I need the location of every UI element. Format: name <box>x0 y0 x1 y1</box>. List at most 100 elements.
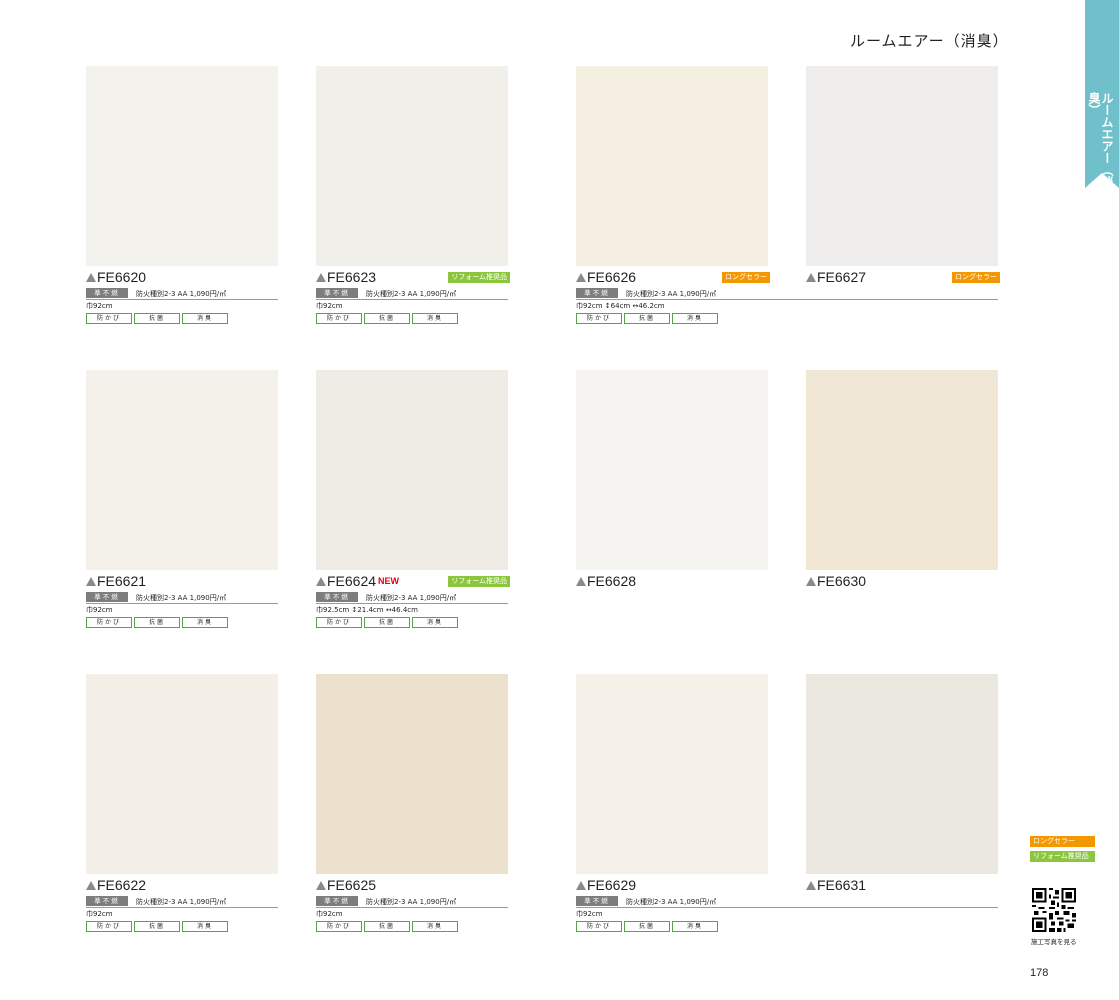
size-text: 巾92cm <box>316 910 343 918</box>
long-seller-badge: ロングセラー <box>722 272 770 283</box>
size-text: 巾92cm <box>86 606 113 614</box>
triangle-icon <box>316 577 326 586</box>
fire-spec-text: 防火種別2-3 AA 1,090円/㎡ <box>136 290 227 298</box>
fire-spec-text: 防火種別2-3 AA 1,090円/㎡ <box>136 898 227 906</box>
feature-mold: 防かび <box>86 313 132 324</box>
fire-rating-badge: 準不燃 <box>316 592 358 602</box>
product-code: FE6620 <box>97 269 147 285</box>
feature-antibacterial: 抗菌 <box>364 921 410 932</box>
triangle-icon <box>806 881 816 890</box>
product-fe6621: FE6621 準不燃 防火種別2-3 AA 1,090円/㎡ 巾92cm 防かび抗… <box>86 370 278 640</box>
product-code: FE6631 <box>817 877 867 893</box>
feature-deodorant: 消臭 <box>412 921 458 932</box>
feature-antibacterial: 抗菌 <box>624 921 670 932</box>
side-index-tab[interactable]: ルームエアー（消臭） <box>1085 0 1119 188</box>
triangle-icon <box>576 881 586 890</box>
triangle-icon <box>86 577 96 586</box>
triangle-icon <box>806 577 816 586</box>
feature-mold: 防かび <box>316 313 362 324</box>
product-code: FE6629 <box>587 877 637 893</box>
product-swatch[interactable] <box>576 66 768 266</box>
product-swatch[interactable] <box>806 674 998 874</box>
product-swatch[interactable] <box>86 370 278 570</box>
product-swatch[interactable] <box>86 66 278 266</box>
reform-badge: リフォーム推奨品 <box>448 576 510 587</box>
product-swatch[interactable] <box>806 370 998 570</box>
feature-antibacterial: 抗菌 <box>364 617 410 628</box>
product-code: FE6627 <box>817 269 867 285</box>
product-fe6626: FE6626 ロングセラー 準不燃 防火種別2-3 AA 1,090円/㎡ 巾92c… <box>576 66 998 336</box>
triangle-icon <box>86 881 96 890</box>
triangle-icon <box>806 273 816 282</box>
feature-deodorant: 消臭 <box>672 921 718 932</box>
feature-deodorant: 消臭 <box>672 313 718 324</box>
page-number: 178 <box>1030 967 1049 979</box>
size-text: 巾92.5cm ↕21.4cm ↔46.4cm <box>316 606 418 614</box>
size-text: 巾92cm <box>86 302 113 310</box>
triangle-icon <box>316 881 326 890</box>
triangle-icon <box>86 273 96 282</box>
side-tab-label: ルームエアー（消臭） <box>1087 92 1114 188</box>
product-swatch[interactable] <box>86 674 278 874</box>
product-fe6631: FE6631 <box>806 674 998 944</box>
fire-spec-text: 防火種別2-3 AA 1,090円/㎡ <box>366 898 457 906</box>
product-code: FE6628 <box>587 573 637 589</box>
product-swatch[interactable] <box>316 370 508 570</box>
feature-mold: 防かび <box>316 921 362 932</box>
product-swatch[interactable] <box>316 66 508 266</box>
product-fe6627: FE6627 ロングセラー <box>806 66 1000 336</box>
product-code: FE6622 <box>97 877 147 893</box>
product-swatch[interactable] <box>576 370 768 570</box>
product-swatch[interactable] <box>316 674 508 874</box>
product-swatch[interactable] <box>806 66 998 266</box>
fire-spec-text: 防火種別2-3 AA 1,090円/㎡ <box>626 290 717 298</box>
feature-deodorant: 消臭 <box>412 617 458 628</box>
feature-deodorant: 消臭 <box>182 617 228 628</box>
size-text: 巾92cm <box>316 302 343 310</box>
triangle-icon <box>576 273 586 282</box>
product-code: FE6625 <box>327 877 377 893</box>
product-code: FE6621 <box>97 573 147 589</box>
product-code: FE6626 <box>587 269 637 285</box>
fire-spec-text: 防火種別2-3 AA 1,090円/㎡ <box>366 290 457 298</box>
product-fe6620: FE6620 準不燃 防火種別2-3 AA 1,090円/㎡ 巾92cm 防かび抗… <box>86 66 278 336</box>
feature-mold: 防かび <box>86 617 132 628</box>
product-fe6622: FE6622 準不燃 防火種別2-3 AA 1,090円/㎡ 巾92cm 防かび抗… <box>86 674 278 944</box>
product-swatch[interactable] <box>576 674 768 874</box>
feature-mold: 防かび <box>316 617 362 628</box>
feature-deodorant: 消臭 <box>182 921 228 932</box>
feature-deodorant: 消臭 <box>182 313 228 324</box>
fire-spec-text: 防火種別2-3 AA 1,090円/㎡ <box>366 594 457 602</box>
product-fe6625: FE6625 準不燃 防火種別2-3 AA 1,090円/㎡ 巾92cm 防かび抗… <box>316 674 508 944</box>
product-fe6624: FE6624 NEW リフォーム推奨品 準不燃 防火種別2-3 AA 1,090円/㎡… <box>316 370 510 640</box>
product-fe6629: FE6629 準不燃 防火種別2-3 AA 1,090円/㎡ 巾92cm 防かび抗… <box>576 674 998 944</box>
qr-caption: 施工写真を見る <box>1031 938 1077 946</box>
fire-spec-text: 防火種別2-3 AA 1,090円/㎡ <box>626 898 717 906</box>
product-fe6630: FE6630 <box>806 370 998 640</box>
qr-code-icon[interactable] <box>1032 888 1076 932</box>
feature-antibacterial: 抗菌 <box>134 617 180 628</box>
feature-antibacterial: 抗菌 <box>624 313 670 324</box>
legend-reform: リフォーム推奨品 <box>1030 851 1095 862</box>
long-seller-badge: ロングセラー <box>952 272 1000 283</box>
product-fe6628: FE6628 <box>576 370 768 640</box>
new-tag: NEW <box>378 576 399 586</box>
product-code: FE6623 <box>327 269 377 285</box>
feature-antibacterial: 抗菌 <box>134 921 180 932</box>
feature-antibacterial: 抗菌 <box>364 313 410 324</box>
feature-mold: 防かび <box>86 921 132 932</box>
feature-deodorant: 消臭 <box>412 313 458 324</box>
triangle-icon <box>576 577 586 586</box>
feature-mold: 防かび <box>576 921 622 932</box>
legend-long-seller: ロングセラー <box>1030 836 1095 847</box>
product-fe6623: FE6623 リフォーム推奨品 準不燃 防火種別2-3 AA 1,090円/㎡ 巾9… <box>316 66 510 336</box>
fire-rating-badge: 準不燃 <box>316 288 358 298</box>
triangle-icon <box>316 273 326 282</box>
feature-mold: 防かび <box>576 313 622 324</box>
size-text: 巾92cm <box>86 910 113 918</box>
product-code: FE6624 <box>327 573 377 589</box>
fire-rating-badge: 準不燃 <box>86 288 128 298</box>
fire-rating-badge: 準不燃 <box>316 896 358 906</box>
fire-rating-badge: 準不燃 <box>576 896 618 906</box>
reform-badge: リフォーム推奨品 <box>448 272 510 283</box>
